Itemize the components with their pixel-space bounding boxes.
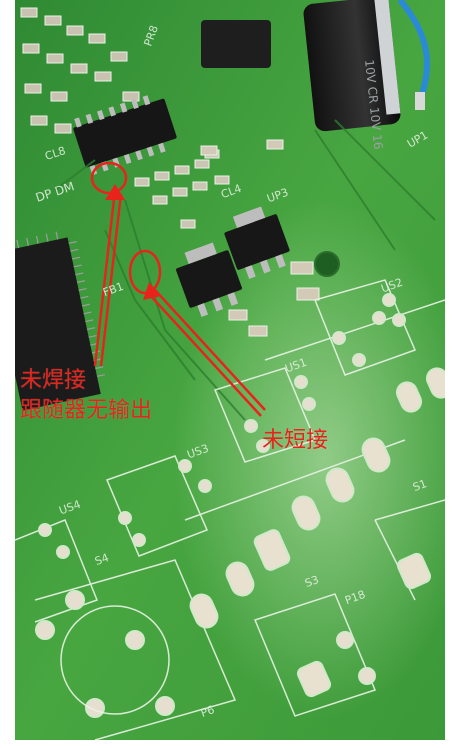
annotation-follower-no-output: 跟随器无输出 — [20, 398, 153, 423]
mounting-hole — [314, 251, 340, 277]
inductor — [201, 20, 271, 68]
annotation-not-soldered: 未焊接 — [20, 368, 87, 393]
annotation-not-shorted: 未短接 — [262, 428, 329, 453]
